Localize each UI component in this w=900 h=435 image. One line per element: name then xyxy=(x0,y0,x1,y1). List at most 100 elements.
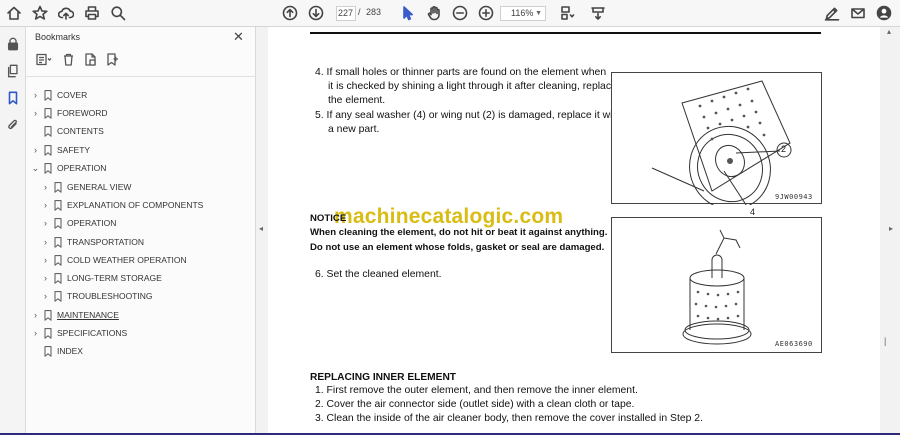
bookmark-label: TROUBLESHOOTING xyxy=(67,291,153,301)
cleaned-element-illustration xyxy=(682,229,752,345)
replace-step-3: 3. Clean the inside of the air cleaner b… xyxy=(315,413,703,424)
navigation-rail xyxy=(0,27,26,435)
select-cursor-icon[interactable] xyxy=(399,4,417,22)
page-total: 283 xyxy=(366,7,382,17)
callout-2: 2 xyxy=(781,144,787,154)
chevron-right-icon[interactable]: › xyxy=(31,310,40,320)
step-4-line-1: 4. If small holes or thinner parts are f… xyxy=(315,67,607,78)
header-rule xyxy=(310,32,821,34)
bookmark-item[interactable]: › FOREWORD xyxy=(31,105,108,121)
bookmark-item[interactable]: › SAFETY xyxy=(31,142,90,158)
email-icon[interactable] xyxy=(849,4,867,22)
right-scroll-area[interactable]: ▴ ▸ | xyxy=(880,27,900,435)
chevron-right-icon[interactable]: › xyxy=(31,145,40,155)
bookmark-icon xyxy=(54,217,62,229)
zoom-out-icon[interactable] xyxy=(451,4,469,22)
search-icon[interactable] xyxy=(109,4,127,22)
chevron-right-icon[interactable]: › xyxy=(41,291,50,301)
bookmark-label: CONTENTS xyxy=(57,126,104,136)
bookmarks-panel: Bookmarks ✕ › COVER › FOREWORD CONTENTS › SAFE… xyxy=(26,27,256,435)
step-4-line-3: the element. xyxy=(328,95,386,106)
bookmark-item[interactable]: › OPERATION xyxy=(41,215,116,231)
lock-icon[interactable] xyxy=(5,36,21,52)
bookmark-icon xyxy=(44,327,52,339)
element-illustration xyxy=(651,80,792,221)
bookmark-label: SPECIFICATIONS xyxy=(57,328,128,338)
panel-splitter[interactable]: ◂ xyxy=(256,27,268,435)
bookmark-item[interactable]: › COLD WEATHER OPERATION xyxy=(41,252,187,268)
bookmark-item[interactable]: › SPECIFICATIONS xyxy=(31,325,127,341)
bookmark-label: OPERATION xyxy=(57,163,107,173)
bookmark-icon xyxy=(44,309,52,321)
bookmark-icon xyxy=(54,290,62,302)
bookmark-label: GENERAL VIEW xyxy=(67,182,132,192)
collapse-left-icon[interactable]: ◂ xyxy=(259,224,263,233)
bookmark-item[interactable]: ⌄ OPERATION xyxy=(31,160,106,176)
new-bookmark-icon[interactable] xyxy=(84,53,97,71)
chevron-down-icon[interactable]: ⌄ xyxy=(31,163,40,174)
figure-2-code: AE063690 xyxy=(775,340,813,348)
bookmark-item[interactable]: › MAINTENANCE xyxy=(31,307,119,323)
notice-label: NOTICE xyxy=(310,213,347,224)
sign-pen-icon[interactable] xyxy=(823,4,841,22)
delete-bookmark-icon[interactable] xyxy=(62,53,75,71)
bookmark-icon xyxy=(54,199,62,211)
bookmark-from-tag-icon[interactable] xyxy=(106,53,119,71)
bookmark-item[interactable]: › GENERAL VIEW xyxy=(41,179,131,195)
replace-step-1: 1. First remove the outer element, and t… xyxy=(315,385,638,396)
chevron-right-icon[interactable]: › xyxy=(41,255,50,265)
zoom-in-icon[interactable] xyxy=(477,4,495,22)
close-icon[interactable]: ✕ xyxy=(233,30,244,43)
page-up-icon[interactable] xyxy=(281,4,299,22)
bookmark-icon xyxy=(54,181,62,193)
bookmark-icon xyxy=(44,162,52,174)
bookmark-label: OPERATION xyxy=(67,218,117,228)
page-down-icon[interactable] xyxy=(307,4,325,22)
bookmark-label: LONG-TERM STORAGE xyxy=(67,273,162,283)
chevron-right-icon[interactable]: › xyxy=(41,237,50,247)
bookmarks-panel-icon[interactable] xyxy=(5,90,21,106)
bookmark-label: SAFETY xyxy=(57,145,91,155)
document-page: 4. If small holes or thinner parts are f… xyxy=(268,27,880,435)
chevron-right-icon[interactable]: › xyxy=(41,218,50,228)
bookmarks-toolbar xyxy=(35,53,119,71)
bookmark-label: COLD WEATHER OPERATION xyxy=(67,255,187,265)
bookmark-label: FOREWORD xyxy=(57,108,108,118)
upload-cloud-icon[interactable] xyxy=(57,4,75,22)
fit-page-icon[interactable] xyxy=(558,4,576,22)
bookmark-star-icon[interactable] xyxy=(31,4,49,22)
expand-right-icon[interactable]: ▸ xyxy=(889,224,893,233)
bookmark-item[interactable]: › EXPLANATION OF COMPONENTS xyxy=(41,197,203,213)
chevron-right-icon[interactable]: › xyxy=(31,328,40,338)
bookmark-label: MAINTENANCE xyxy=(57,310,119,320)
hand-tool-icon[interactable] xyxy=(425,4,443,22)
bookmark-icon xyxy=(44,345,52,357)
bookmark-item[interactable]: › TROUBLESHOOTING xyxy=(41,288,152,304)
chevron-right-icon[interactable]: › xyxy=(41,273,50,283)
bookmark-icon xyxy=(44,107,52,119)
bookmark-item[interactable]: INDEX xyxy=(31,343,83,359)
chevron-right-icon[interactable]: › xyxy=(31,108,40,118)
print-icon[interactable] xyxy=(83,4,101,22)
zoom-level-select[interactable]: 116% ▼ xyxy=(500,6,546,21)
bookmarks-panel-title: Bookmarks xyxy=(35,32,81,42)
attachment-icon[interactable] xyxy=(5,117,21,133)
account-icon[interactable] xyxy=(875,4,893,22)
page-number-input[interactable]: 227 xyxy=(336,6,356,21)
home-icon[interactable] xyxy=(5,4,23,22)
chevron-right-icon[interactable]: › xyxy=(41,182,50,192)
bookmark-item[interactable]: › TRANSPORTATION xyxy=(41,234,144,250)
pages-thumbnail-icon[interactable] xyxy=(5,63,21,79)
bookmark-label: COVER xyxy=(57,90,88,100)
chevron-right-icon[interactable]: › xyxy=(31,90,40,100)
bookmark-label: EXPLANATION OF COMPONENTS xyxy=(67,200,204,210)
step-5-line-2: a new part. xyxy=(328,124,380,135)
bookmark-options-icon[interactable] xyxy=(35,53,53,71)
scrollbar-thumb[interactable]: | xyxy=(884,336,886,346)
bookmark-item[interactable]: CONTENTS xyxy=(31,123,104,139)
bookmark-item[interactable]: › LONG-TERM STORAGE xyxy=(41,270,162,286)
scroll-up-icon[interactable]: ▴ xyxy=(887,27,891,36)
scroll-mode-icon[interactable] xyxy=(589,4,607,22)
chevron-right-icon[interactable]: › xyxy=(41,200,50,210)
bookmark-item[interactable]: › COVER xyxy=(31,87,87,103)
